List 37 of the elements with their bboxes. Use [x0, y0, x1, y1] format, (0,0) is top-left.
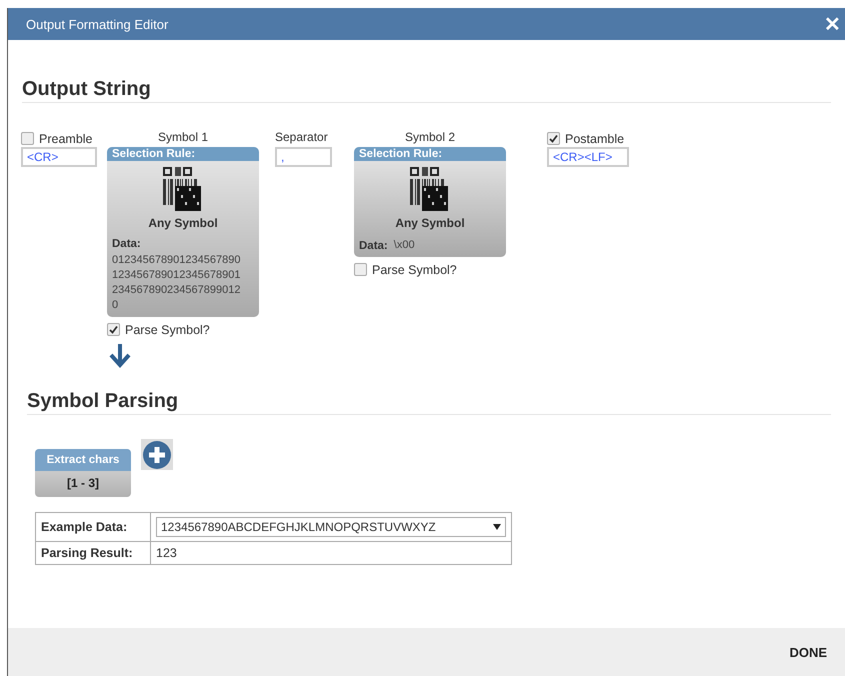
symbol-name: Any Symbol	[394, 216, 466, 230]
table-cell: 123	[150, 542, 512, 564]
preamble-field[interactable]: <CR>	[21, 147, 97, 167]
preamble-checkbox[interactable]: Preamble	[21, 130, 92, 147]
example-data-select[interactable]: 1234567890ABCDEFGHJKLMNOPQRSTUVWXYZ	[156, 517, 506, 537]
checkmark-icon	[109, 325, 118, 334]
close-button[interactable]: ✕	[820, 12, 845, 36]
postamble-checkbox[interactable]: Postamble	[547, 130, 624, 147]
rule-range: [1 - 3]	[66, 475, 100, 492]
postamble-field[interactable]: <CR><LF>	[547, 147, 629, 167]
data-value: \x00	[394, 238, 415, 253]
separator-field[interactable]: ,	[275, 147, 332, 167]
down-arrow-icon	[109, 342, 131, 368]
parse-symbol-checkbox[interactable]: Parse Symbol?	[354, 261, 457, 278]
parse-symbol-checkbox[interactable]: Parse Symbol?	[107, 321, 210, 338]
selection-rule-header: Selection Rule:	[354, 147, 506, 161]
dropdown-caret-icon	[493, 524, 501, 530]
parse-rule-card[interactable]: Extract chars [1 - 3]	[35, 449, 131, 497]
data-value: 0123456789012345678901234567890123456789012345678902345678990120	[112, 253, 242, 313]
done-button[interactable]: DONE	[781, 638, 835, 666]
symbol-label: Symbol 2	[404, 130, 456, 146]
section-heading: Symbol Parsing	[27, 390, 831, 415]
table-label: Example Data:	[36, 512, 150, 542]
symbol-card[interactable]: Selection Rule: Any Symbol Data: \x00	[354, 147, 506, 257]
add-button[interactable]	[141, 439, 173, 470]
symbol-label: Symbol 1	[158, 130, 208, 146]
symbol-card[interactable]: Selection Rule: Any Symbol Data: 0123456789012345678901234567890123456789012345678902345678990120	[107, 147, 259, 317]
rule-title: Extract chars	[35, 449, 131, 471]
symbol-name: Any Symbol	[147, 216, 219, 230]
table-label: Parsing Result:	[36, 542, 150, 564]
selection-rule-header: Selection Rule:	[107, 147, 259, 161]
checkmark-icon	[549, 134, 558, 143]
section-heading: Output String	[22, 78, 831, 103]
separator-label: Separator	[275, 130, 328, 146]
window-title: Output Formatting Editor	[26, 16, 168, 32]
data-label: Data:	[112, 238, 142, 250]
data-label: Data:	[359, 240, 388, 252]
